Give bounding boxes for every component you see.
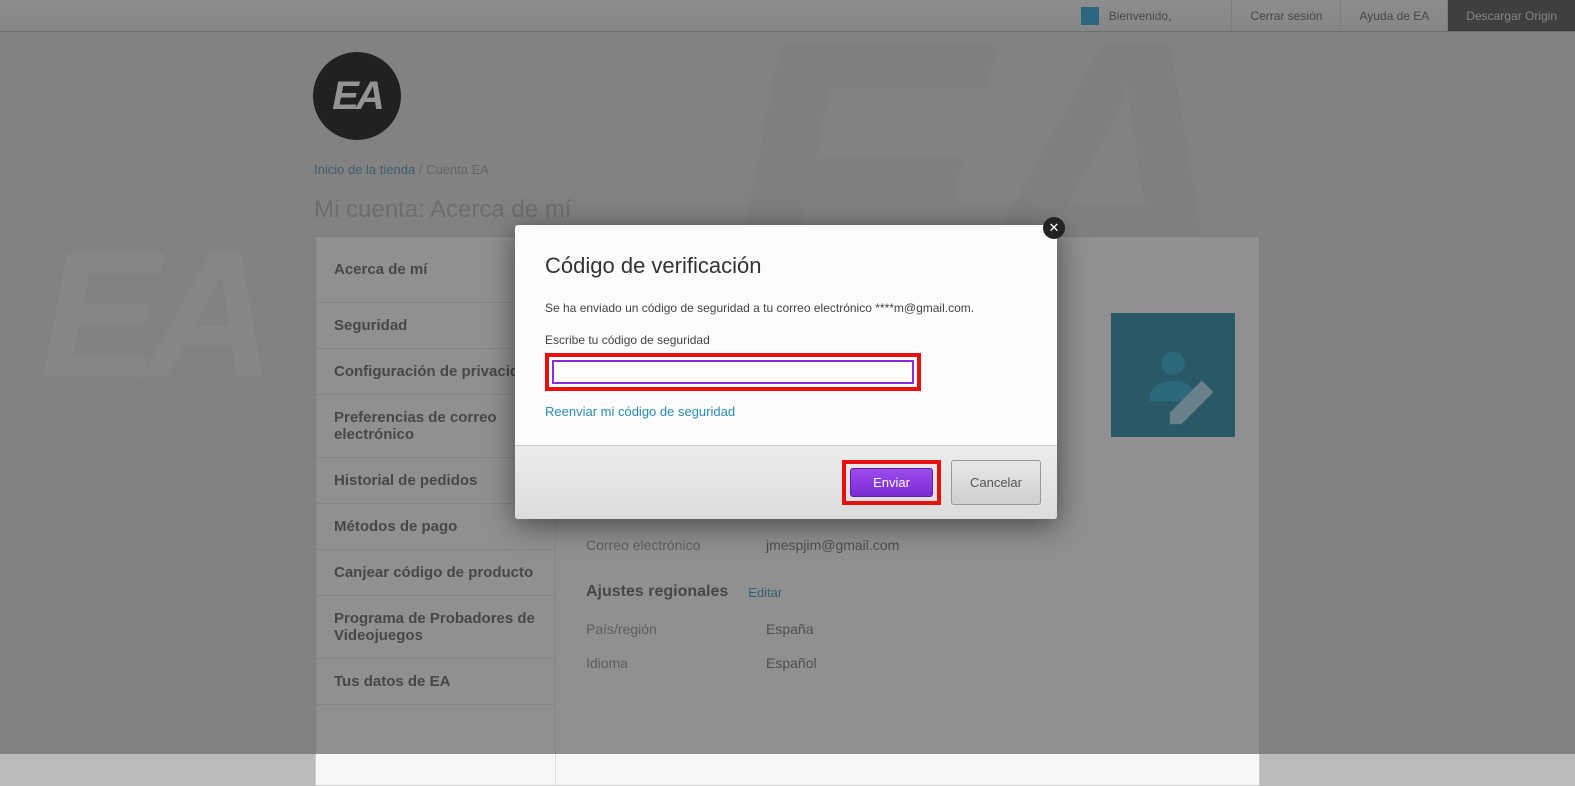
submit-button-highlight: Enviar bbox=[842, 460, 941, 505]
resend-code-link[interactable]: Reenviar mi código de seguridad bbox=[545, 404, 735, 419]
submit-button[interactable]: Enviar bbox=[850, 468, 933, 497]
security-code-input[interactable] bbox=[552, 360, 914, 384]
close-icon: ✕ bbox=[1049, 220, 1060, 236]
modal-footer: Enviar Cancelar bbox=[515, 445, 1057, 519]
verification-modal: ✕ Código de verificación Se ha enviado u… bbox=[515, 225, 1057, 519]
modal-description: Se ha enviado un código de seguridad a t… bbox=[545, 301, 1027, 315]
modal-close-button[interactable]: ✕ bbox=[1043, 217, 1065, 239]
modal-title: Código de verificación bbox=[545, 253, 1027, 279]
masked-email: ****m@gmail.com bbox=[875, 301, 971, 315]
cancel-button[interactable]: Cancelar bbox=[951, 460, 1041, 505]
modal-body: Código de verificación Se ha enviado un … bbox=[515, 225, 1057, 445]
code-input-label: Escribe tu código de seguridad bbox=[545, 333, 1027, 347]
code-input-highlight bbox=[545, 353, 921, 391]
